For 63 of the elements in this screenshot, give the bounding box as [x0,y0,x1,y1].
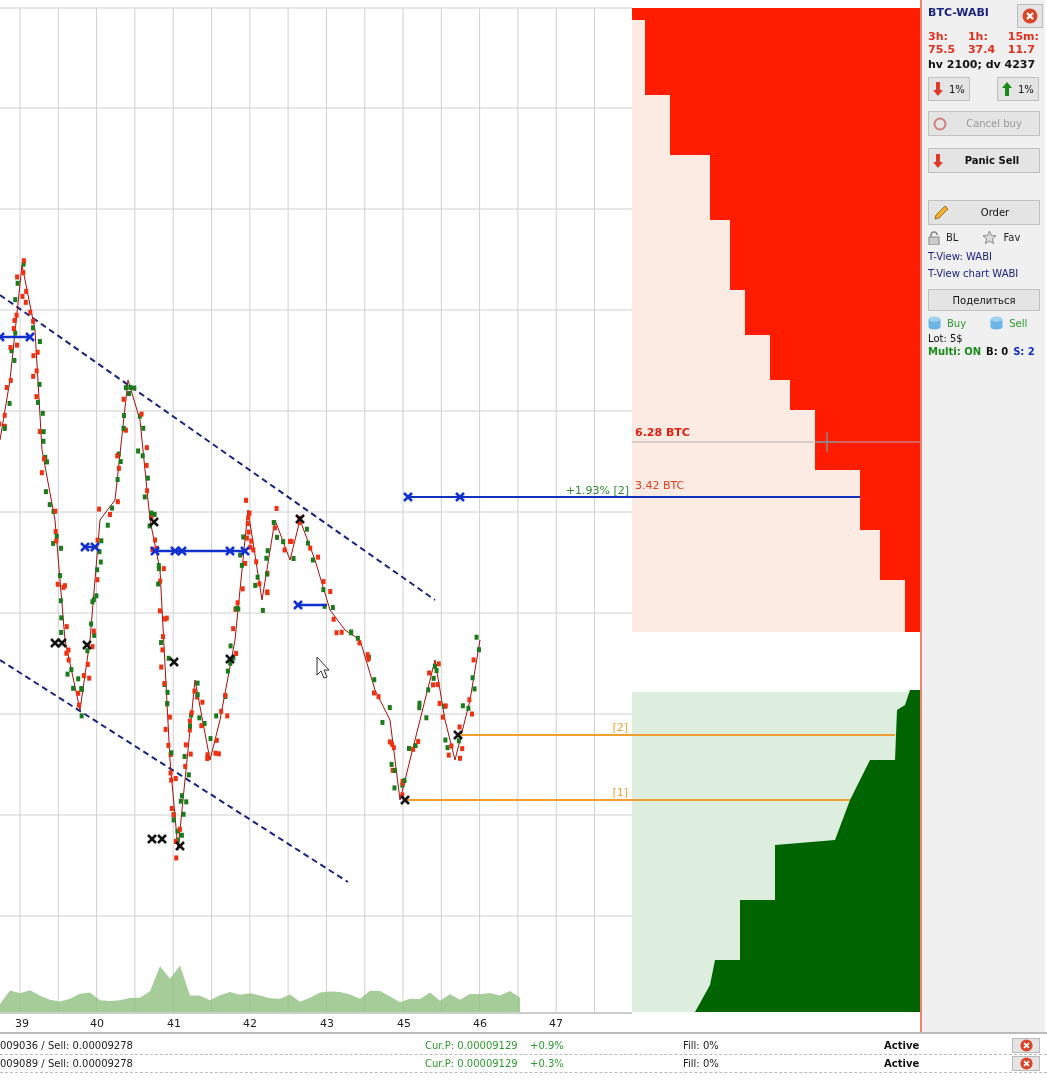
cancel-order-button[interactable] [1012,1038,1040,1053]
price-change: +0.9% [530,1040,564,1051]
lot-text: Lot: 5$ [928,333,964,344]
current-price: Cur.P: 0.00009129 [425,1040,518,1051]
axis-label: 47 [549,1017,563,1030]
buy-order-label: [2] [612,721,628,734]
axis-label: 39 [15,1017,29,1030]
sell-order-label: +1.93% [2] [565,484,629,497]
blacklist-label: BL [946,232,959,243]
mouse-cursor-icon [316,656,330,679]
fill-text: Fill: 0% [683,1040,719,1051]
volatility-value: 75.5 [928,43,956,56]
multi-status: Multi: ON [928,346,982,357]
cancel-icon [933,116,947,131]
tradingview-link[interactable]: T-View: WABI [928,251,1039,262]
close-button[interactable] [1017,4,1043,28]
sell-label: Sell [1009,317,1028,329]
sell-volume-label: 3.42 BTC [635,479,685,492]
pencil-icon [933,204,949,221]
order-button[interactable]: Order [928,200,1040,225]
current-price: Cur.P: 0.00009129 [425,1058,518,1069]
buy-order-label: [1] [612,786,628,799]
axis-label: 43 [320,1017,334,1030]
close-icon [1019,1057,1033,1070]
cancel-order-button[interactable] [1012,1056,1040,1071]
close-icon [1022,8,1038,24]
volatility-label: 1h: [967,30,989,43]
share-button[interactable]: Поделиться [928,289,1040,311]
order-status: Active [884,1058,920,1069]
buy-label: Buy [947,317,967,329]
axis-label: 45 [397,1017,411,1030]
axis-label: 42 [243,1017,257,1030]
axis-label: 40 [90,1017,104,1030]
sell-count: S: 2 [1013,346,1035,357]
padlock-icon[interactable] [928,230,940,245]
panic-sell-button[interactable]: Panic Sell [928,148,1040,173]
crosshair-icon [816,431,838,453]
down-arrow-icon [933,153,943,168]
step-down-button[interactable]: 1% [928,77,970,101]
volatility-value: 37.4 [967,43,996,56]
order-prices: 009089 / Sell: 0.00009278 [0,1058,133,1069]
hv-dv-text: hv 2100; dv 4237 [928,58,1037,71]
price-change: +0.3% [530,1058,564,1069]
symbol-title: BTC-WABI [928,6,989,19]
axis-label: 41 [167,1017,181,1030]
star-icon[interactable] [982,230,998,245]
volatility-value: 11.7 [1007,43,1036,56]
close-icon [1019,1039,1033,1052]
volatility-label: 3h: [928,30,949,43]
cylinder-icon[interactable] [928,316,941,330]
step-up-button[interactable]: 1% [997,77,1039,101]
buy-count: B: 0 [986,346,1009,357]
tradingview-link[interactable]: T-View chart WABI [928,268,1039,279]
favorite-label: Fav [1003,232,1021,243]
fill-text: Fill: 0% [683,1058,719,1069]
ask-volume-label: 6.28 BTC [635,426,690,439]
cylinder-icon[interactable] [990,316,1004,330]
volatility-label: 15m: [1007,30,1039,43]
down-arrow-icon [933,82,943,96]
axis-label: 46 [473,1017,487,1030]
order-prices: 009036 / Sell: 0.00009278 [0,1040,133,1051]
order-status: Active [884,1040,920,1051]
up-arrow-icon [1002,82,1012,96]
